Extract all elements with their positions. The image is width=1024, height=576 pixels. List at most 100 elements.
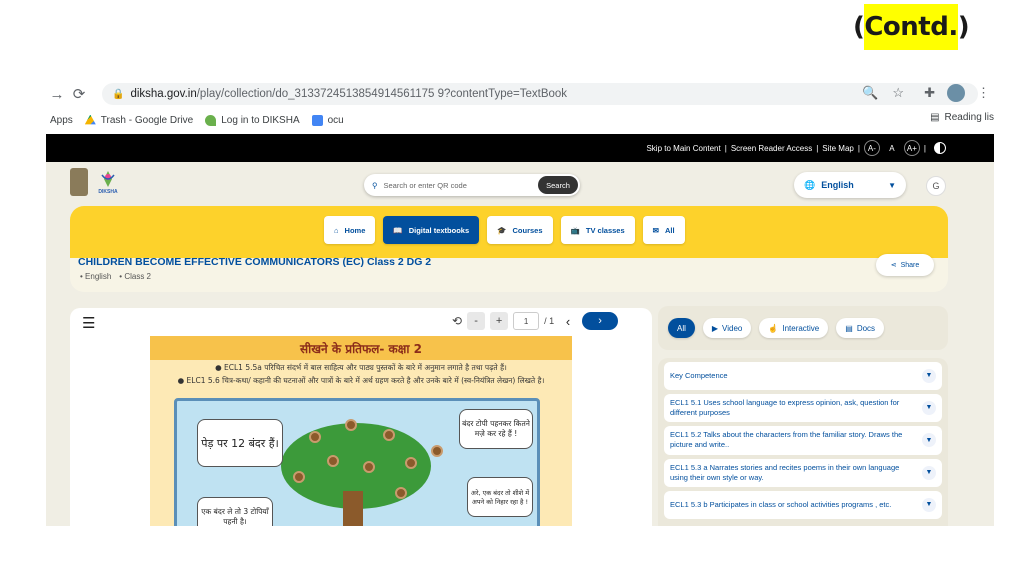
main-nav-band: ⌂ Home 📖 Digital textbooks 🎓 Courses 📺 TV cl… [70,206,948,258]
browser-toolbar: → ⟳ 🔒 diksha.gov.in/play/collection/do_3… [46,80,994,108]
speech-bubble: बंदर टोपी पहनकर कितने मज़े कर रहे हैं ! [459,409,533,449]
doc-icon [311,114,323,126]
reload-icon[interactable]: ⟳ [68,85,90,103]
bookmark-diksha[interactable]: Log in to DIKSHA [205,114,300,126]
bookmark-label: Trash - Google Drive [100,114,194,126]
search-input[interactable]: ⚲ Search or enter QR code Search [364,174,580,196]
nav-label: Home [344,225,366,235]
illustration: पेड़ पर 12 बंदर हैं। बंदर टोपी पहनकर कित… [174,398,540,526]
skip-link[interactable]: Skip to Main Content [646,144,720,153]
user-avatar[interactable]: G [926,176,946,196]
mail-icon: ✉ [652,225,659,235]
contd-label: (Contd.) [853,4,970,50]
filter-label: Docs [856,323,876,333]
bookmark-apps[interactable]: Apps [50,115,73,126]
chevron-down-icon: ▼ [922,465,936,480]
list-item-text: ECL1 5.3 a Narrates stories and recites … [670,462,900,482]
chevron-down-icon: ▼ [888,180,896,190]
reading-list[interactable]: ▤ Reading lis [930,112,994,123]
share-button[interactable]: ⋖ Share [876,254,934,276]
language-label: English [821,180,854,190]
profile-avatar[interactable] [947,84,965,102]
outcome-line-2: ● ELC1 5.6 चित्र-कथा/ कहानी की घटनाओं और… [177,376,545,385]
list-item-text: Key Competence [670,370,728,380]
filter-interactive[interactable]: ☝ Interactive [759,318,829,338]
lock-icon: 🔒 [112,88,125,100]
zoom-in-button[interactable]: + [490,312,509,330]
monkey-icon [395,487,407,499]
font-reset-button[interactable]: A [884,140,900,156]
monkey-icon [405,457,417,469]
filter-label: Interactive [782,323,820,333]
diksha-icon [205,114,217,126]
language-select[interactable]: 🌐 English ▼ [794,172,906,198]
star-icon[interactable]: ☆ [892,85,904,101]
rotate-icon[interactable]: ⟲ [452,314,462,328]
globe-icon: 🌐 [804,179,816,190]
list-item-text: ECL1 5.1 Uses school language to express… [670,398,900,418]
contrast-icon[interactable] [934,142,946,154]
filter-docs[interactable]: ▤ Docs [836,318,885,338]
bookmark-ocu[interactable]: ocu [311,114,344,126]
nav-home[interactable]: ⌂ Home [324,216,376,244]
bookmark-label: Log in to DIKSHA [221,114,300,126]
list-item-text: ECL1 5.2 Talks about the characters from… [670,430,903,450]
extensions-icon[interactable]: ✚ [924,85,935,101]
list-item[interactable]: ECL1 5.1 Uses school language to express… [664,394,942,423]
url-path: /play/collection/do_31337245138549145611… [196,88,568,100]
content-reader: ☰ ⟲ - + 1 / 1 ‹ › सीखने के प्रतिफल- कक्ष… [70,308,652,526]
chevron-down-icon: ▼ [922,497,936,512]
next-page-button[interactable]: › [582,312,619,330]
font-increase-button[interactable]: A+ [903,140,920,156]
nav-digital-textbooks[interactable]: 📖 Digital textbooks [383,216,480,244]
list-item[interactable]: ECL1 5.2 Talks about the characters from… [664,426,942,455]
outcome-line-1: ● ECL1 5.5a परिचित संदर्भ में बाल साहित्… [215,363,507,372]
nav-label: TV classes [585,225,625,235]
bookmark-drive[interactable]: Trash - Google Drive [84,114,194,126]
speech-bubble: एक बंदर ले तो 3 टोपियाँ पहनी है। [197,497,273,526]
course-title: CHILDREN BECOME EFFECTIVE COMMUNICATORS … [78,256,432,268]
font-decrease-button[interactable]: A- [863,140,880,156]
filter-all[interactable]: All [668,318,695,338]
previous-page-button[interactable]: ‹ [559,312,577,330]
tree-trunk [343,491,363,526]
header-logos[interactable]: DIKSHA [70,168,118,196]
browser-screenshot: → ⟳ 🔒 diksha.gov.in/play/collection/do_3… [46,80,994,526]
list-item[interactable]: Key Competence ▼ [664,362,942,390]
more-icon[interactable]: ⋮ [977,85,990,101]
share-icon: ⋖ [890,262,897,269]
nav-tv-classes[interactable]: 📺 TV classes [560,216,635,244]
competence-panel: All ▶ Video ☝ Interactive ▤ Docs Key Compet… [658,306,948,526]
nav-all[interactable]: ✉ All [642,216,685,244]
reading-list-icon: ▤ [930,112,940,123]
page-number-input[interactable]: 1 [513,312,540,330]
sitemap-link[interactable]: Site Map [822,144,854,153]
zoom-icon[interactable]: 🔍 [862,85,878,101]
reading-list-label: Reading lis [944,112,994,123]
monkey-icon [345,419,357,431]
hamburger-menu-icon[interactable]: ☰ [82,314,95,332]
search-button[interactable]: Search [538,176,578,194]
bookmark-label: ocu [327,114,344,126]
logo-text: DIKSHA [98,189,118,195]
nav-courses[interactable]: 🎓 Courses [487,216,553,244]
touch-icon: ☝ [768,323,779,333]
drive-icon [84,114,96,125]
screen-reader-link[interactable]: Screen Reader Access [731,144,812,153]
forward-icon[interactable]: → [46,86,68,103]
chevron-down-icon: ▼ [922,433,936,448]
list-item[interactable]: ECL1 5.3 b Participates in class or scho… [664,490,942,519]
content-filters: All ▶ Video ☝ Interactive ▤ Docs [658,306,948,350]
course-header: CHILDREN BECOME EFFECTIVE COMMUNICATORS … [70,254,948,292]
courses-icon: 🎓 [497,225,507,235]
filter-video[interactable]: ▶ Video [702,318,752,338]
search-icon: ⚲ [372,180,378,190]
address-bar[interactable]: 🔒 diksha.gov.in/play/collection/do_31337… [102,83,978,105]
chevron-down-icon: ▼ [922,401,936,416]
search-placeholder: Search or enter QR code [383,180,467,190]
nav-label: Courses [512,225,543,235]
zoom-out-button[interactable]: - [467,312,486,330]
list-item[interactable]: ECL1 5.3 a Narrates stories and recites … [664,458,942,487]
nav-label: All [664,225,675,235]
play-icon: ▶ [711,323,719,333]
